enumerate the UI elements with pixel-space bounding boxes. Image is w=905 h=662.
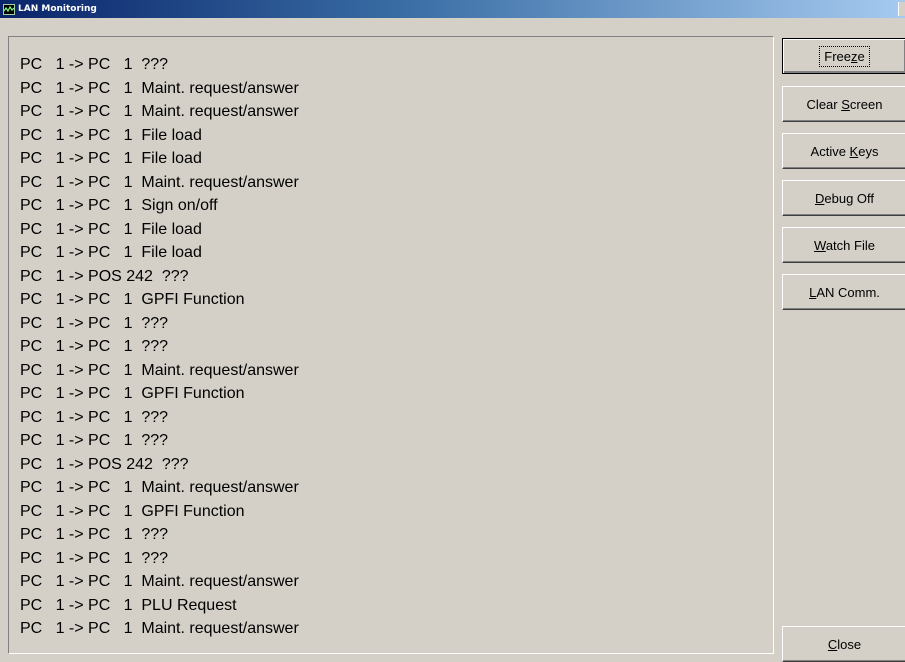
- log-line: PC 1 -> PC 1 ???: [20, 549, 169, 567]
- log-line: PC 1 -> PC 1 File load: [20, 150, 202, 167]
- clear-screen-button-label: Clear Screen: [806, 96, 883, 112]
- active-keys-button-label: Active Keys: [810, 143, 879, 159]
- active-keys-button[interactable]: Active Keys: [782, 133, 905, 169]
- freeze-button-label: Freeze: [819, 45, 870, 67]
- log-line: PC 1 -> PC 1 ???: [20, 432, 169, 449]
- log-line: PC 1 -> PC 1 Maint. request/answer: [20, 79, 299, 97]
- log-line: PC 1 -> PC 1 ???: [20, 314, 169, 332]
- log-line: PC 1 -> POS 242 ???: [20, 455, 189, 473]
- log-list: PC 1 -> PC 1 ??? PC 1 -> PC 1 Maint. requ…: [8, 36, 774, 654]
- log-line: PC 1 -> PC 1 ???: [20, 338, 169, 355]
- window-title: LAN Monitoring: [18, 4, 97, 14]
- watch-file-button[interactable]: Watch File: [782, 227, 905, 263]
- freeze-button[interactable]: Freeze: [782, 38, 905, 74]
- debug-off-button[interactable]: Debug Off: [782, 180, 905, 216]
- lan-comm-button[interactable]: LAN Comm.: [782, 274, 905, 310]
- log-line: PC 1 -> POS 242 ???: [20, 267, 189, 285]
- log-line: PC 1 -> PC 1 File load: [20, 126, 202, 144]
- log-line: PC 1 -> PC 1 Maint. request/answer: [20, 479, 299, 496]
- log-line: PC 1 -> PC 1 Sign on/off: [20, 197, 218, 214]
- monitor-wave-icon: [3, 3, 15, 15]
- log-line: PC 1 -> PC 1 ???: [20, 56, 169, 73]
- log-line: PC 1 -> PC 1 GPFI Function: [20, 502, 245, 520]
- watch-file-button-label: Watch File: [814, 237, 875, 253]
- log-line: PC 1 -> PC 1 PLU Request: [20, 596, 237, 614]
- log-line: PC 1 -> PC 1 GPFI Function: [20, 385, 245, 402]
- lan-comm-button-label: LAN Comm.: [809, 284, 880, 300]
- log-line: PC 1 -> PC 1 Maint. request/answer: [20, 573, 299, 590]
- log-line: PC 1 -> PC 1 Maint. request/answer: [20, 173, 299, 191]
- log-line: PC 1 -> PC 1 GPFI Function: [20, 291, 245, 308]
- log-line: PC 1 -> PC 1 Maint. request/answer: [20, 103, 299, 120]
- close-button[interactable]: Close: [782, 626, 905, 662]
- log-line: PC 1 -> PC 1 Maint. request/answer: [20, 361, 299, 379]
- log-line: PC 1 -> PC 1 ???: [20, 526, 169, 543]
- close-button-label: Close: [827, 636, 862, 652]
- window-control[interactable]: [898, 2, 905, 16]
- clear-screen-button[interactable]: Clear Screen: [782, 86, 905, 122]
- log-line: PC 1 -> PC 1 Maint. request/answer: [20, 620, 299, 637]
- title-bar: LAN Monitoring: [0, 0, 905, 18]
- debug-off-button-label: Debug Off: [814, 190, 875, 206]
- log-line: PC 1 -> PC 1 File load: [20, 244, 202, 261]
- log-line: PC 1 -> PC 1 ???: [20, 408, 169, 426]
- log-line: PC 1 -> PC 1 File load: [20, 220, 202, 238]
